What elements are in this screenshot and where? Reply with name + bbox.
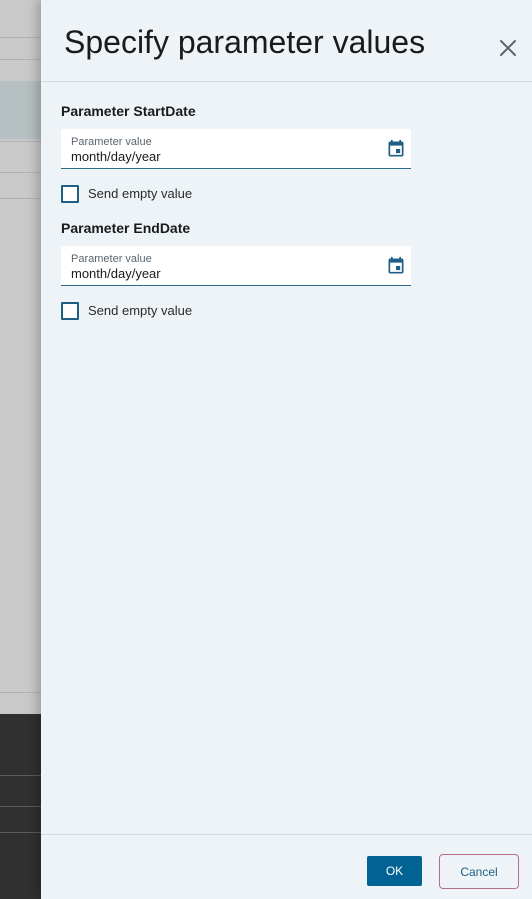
screen: Specify parameter values Parameter Start… (0, 0, 532, 899)
background-divider (0, 141, 41, 142)
enddate-value[interactable]: month/day/year (71, 266, 161, 282)
field-label: Parameter value (71, 253, 152, 265)
parameter-values-panel: Specify parameter values Parameter Start… (41, 0, 532, 899)
checkbox-label: Send empty value (88, 186, 193, 201)
cancel-button[interactable]: Cancel (439, 854, 519, 889)
calendar-icon[interactable] (386, 256, 406, 276)
ok-button[interactable]: OK (367, 856, 422, 886)
startdate-field[interactable]: Parameter value month/day/year (61, 129, 411, 169)
background-divider (0, 775, 41, 776)
panel-footer: OK Cancel (41, 834, 532, 899)
background-divider (0, 59, 41, 60)
checkbox-label: Send empty value (88, 303, 193, 318)
background-selected-row (0, 81, 41, 139)
panel-title: Specify parameter values (64, 24, 426, 60)
field-label: Parameter value (71, 136, 152, 148)
panel-header: Specify parameter values (41, 0, 532, 82)
calendar-icon[interactable] (386, 139, 406, 159)
close-button[interactable] (496, 36, 520, 60)
background-divider (0, 806, 41, 807)
checkbox[interactable] (61, 185, 79, 203)
background-divider (0, 198, 41, 199)
checkbox[interactable] (61, 302, 79, 320)
parameter-title-startdate: Parameter StartDate (61, 103, 196, 119)
parameter-title-enddate: Parameter EndDate (61, 220, 191, 236)
background-divider (0, 692, 41, 693)
background-divider (0, 832, 41, 833)
enddate-field[interactable]: Parameter value month/day/year (61, 246, 411, 286)
background-divider (0, 37, 41, 38)
background-divider (0, 172, 41, 173)
background-app (0, 0, 41, 899)
startdate-value[interactable]: month/day/year (71, 149, 161, 165)
close-icon (500, 40, 516, 56)
background-dark-section (0, 714, 41, 899)
